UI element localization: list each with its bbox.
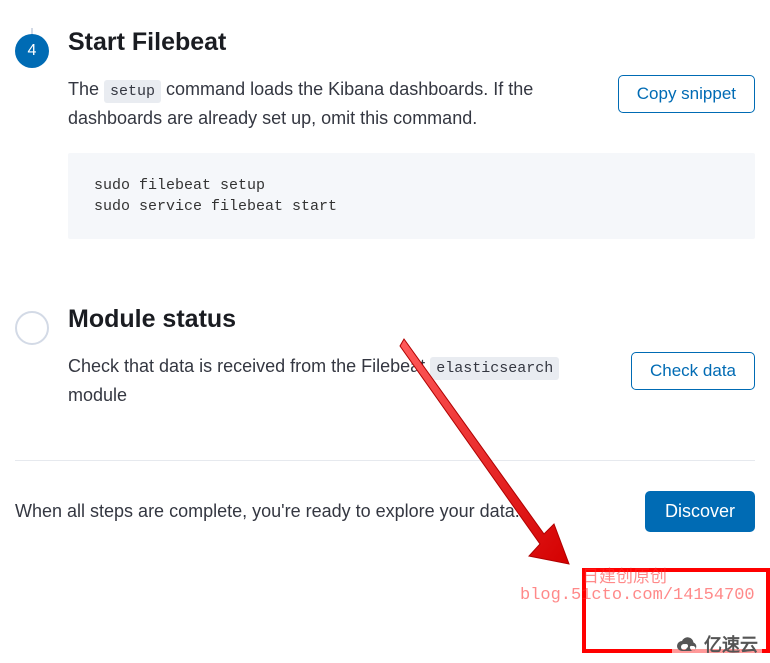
step-4-badge: 4 (15, 34, 49, 68)
cloud-icon (676, 632, 700, 656)
step-4-description: The setup command loads the Kibana dashb… (68, 75, 594, 133)
copy-snippet-button[interactable]: Copy snippet (618, 75, 755, 113)
footer-text: When all steps are complete, you're read… (15, 501, 520, 522)
step-module-status-body: Check that data is received from the Fil… (68, 352, 755, 410)
step-module-status-title: Module status (68, 305, 755, 334)
setup-code-inline: setup (104, 80, 161, 103)
step-4-title: Start Filebeat (68, 28, 755, 57)
step-4-row: The setup command loads the Kibana dashb… (68, 75, 755, 133)
discover-button[interactable]: Discover (645, 491, 755, 532)
step-module-status-description: Check that data is received from the Fil… (68, 352, 607, 410)
section-divider (15, 460, 755, 461)
step-4: 4 Start Filebeat The setup command loads… (15, 28, 755, 239)
step-module-status-row: Check that data is received from the Fil… (68, 352, 755, 410)
step5-desc-before: Check that data is received from the Fil… (68, 356, 430, 376)
step-module-status: Module status Check that data is receive… (15, 305, 755, 410)
step-4-number: 4 (28, 42, 37, 60)
check-data-button[interactable]: Check data (631, 352, 755, 390)
filebeat-code-snippet[interactable]: sudo filebeat setup sudo service filebea… (68, 153, 755, 239)
step-4-body: The setup command loads the Kibana dashb… (68, 75, 755, 239)
step-module-status-badge (15, 311, 49, 345)
elasticsearch-code-inline: elasticsearch (430, 357, 559, 380)
watermark-line-1: 日建创原创 (582, 562, 667, 588)
watermark-line-2: blog.51cto.com/14154700 (520, 586, 755, 605)
brand-watermark: 亿速云 (672, 629, 762, 659)
step5-desc-after: module (68, 385, 127, 405)
steps-container: 4 Start Filebeat The setup command loads… (0, 28, 770, 461)
footer-row: When all steps are complete, you're read… (0, 491, 770, 532)
step-4-desc-before: The (68, 79, 104, 99)
